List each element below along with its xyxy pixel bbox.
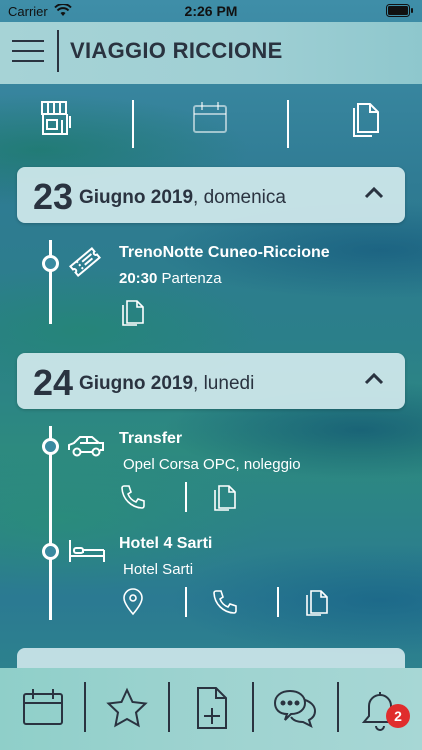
notification-badge: 2 [386,704,410,728]
add-document-icon[interactable] [182,678,242,738]
timeline-line [49,426,52,620]
status-bar: Carrier 2:26 PM [0,0,422,22]
action-separator [185,587,187,617]
documents-icon[interactable] [348,98,392,142]
header-divider [57,30,59,72]
timeline-dot [42,438,59,455]
event-time: 20:30 [119,270,158,287]
document-icon[interactable] [302,587,332,617]
action-separator [277,587,279,617]
weekday: , domenica [193,187,286,208]
document-icon[interactable] [210,482,240,512]
clock-time: 2:26 PM [184,3,238,19]
action-separator [185,482,187,512]
event-title[interactable]: Hotel 4 Sarti [119,535,212,553]
timeline-dot [42,543,59,560]
month-year: Giugno 2019 [79,373,194,394]
tab-separator [337,682,339,732]
day-number: 24 [33,362,74,403]
phone-icon[interactable] [118,482,148,512]
weekday: , lunedi [193,373,255,394]
app-header: VIAGGIO RICCIONE [0,22,422,84]
day-header-card[interactable]: 24 Giugno 2019, lunedi [17,353,405,409]
tab-separator [84,682,86,732]
bed-icon [67,536,107,564]
toolbar-separator [287,100,289,148]
event-detail-text: Partenza [157,270,222,287]
day-header-card[interactable]: 23 Giugno 2019, domenica [17,167,405,223]
timeline-dot [42,255,59,272]
chevron-up-icon[interactable] [363,185,385,201]
star-icon[interactable] [97,678,157,738]
day-date-text: Giugno 2019, domenica [79,187,286,209]
event-title[interactable]: TrenoNotte Cuneo-Riccione [119,244,330,262]
day-number: 23 [33,176,74,217]
toolbar-separator [132,100,134,148]
ticket-icon [67,244,103,280]
calendar-tab-icon[interactable] [14,678,74,738]
hamburger-menu-icon[interactable] [12,34,46,68]
event-detail: Hotel Sarti [123,561,194,578]
battery-icon [386,4,414,17]
day-date-text: Giugno 2019, lunedi [79,373,254,395]
tab-separator [252,682,254,732]
view-toolbar [0,90,422,160]
tab-separator [168,682,170,732]
document-icon[interactable] [118,297,148,327]
calendar-icon[interactable] [190,98,234,142]
event-detail: 20:30 Partenza [119,270,222,287]
chevron-up-icon[interactable] [363,371,385,387]
shop-icon[interactable] [38,98,82,142]
page-title: VIAGGIO RICCIONE [70,38,283,63]
month-year: Giugno 2019 [79,187,194,208]
app-screen: Carrier 2:26 PM VIAGGIO RICCIONE 23 Giug… [0,0,422,750]
timeline-line [49,240,52,324]
event-detail: Opel Corsa OPC, noleggio [123,456,301,473]
location-pin-icon[interactable] [118,587,148,617]
chat-icon[interactable] [265,678,325,738]
event-title[interactable]: Transfer [119,430,182,448]
phone-icon[interactable] [210,587,240,617]
car-icon [67,432,107,460]
tab-bar [0,668,422,750]
